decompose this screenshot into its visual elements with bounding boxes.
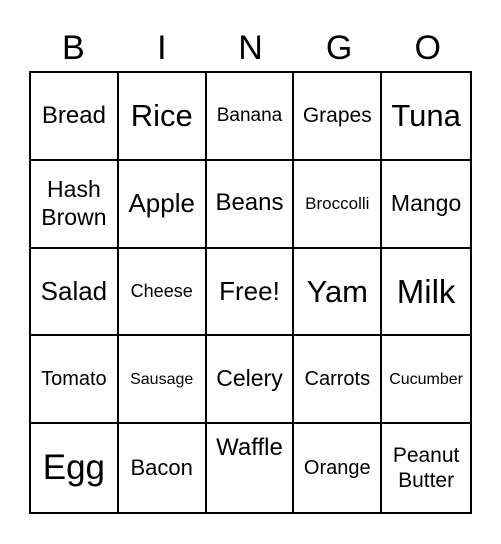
bingo-cell[interactable]: Salad — [31, 248, 119, 337]
bingo-cell[interactable]: Cucumber — [382, 336, 470, 425]
bingo-cell[interactable]: Apple — [118, 160, 207, 249]
bingo-cell[interactable]: Banana — [206, 73, 295, 161]
bingo-cell[interactable]: Bread — [31, 73, 119, 161]
header-letter-o: O — [414, 29, 441, 67]
bingo-cell[interactable]: Beans — [206, 160, 295, 249]
bingo-cell[interactable]: Tomato — [31, 336, 119, 425]
bingo-header: B I N G O — [29, 26, 472, 70]
bingo-cell[interactable]: Bacon — [119, 424, 207, 512]
header-letter-n: N — [238, 29, 263, 67]
header-letter-i: I — [157, 29, 167, 67]
bingo-cell[interactable]: Orange — [294, 424, 383, 512]
bingo-cell[interactable]: Cheese — [118, 248, 207, 337]
bingo-cell[interactable]: Broccolli — [294, 160, 383, 249]
bingo-cell[interactable]: Rice — [118, 73, 207, 161]
bingo-cell[interactable]: Milk — [382, 249, 470, 337]
bingo-cell[interactable]: Waffle — [207, 424, 295, 512]
header-letter-b: B — [61, 29, 85, 67]
bingo-cell[interactable]: Egg — [31, 424, 119, 512]
bingo-cell[interactable]: Grapes — [294, 73, 383, 161]
bingo-cell[interactable]: Mango — [382, 161, 470, 249]
bingo-cell[interactable]: Tuna — [382, 73, 470, 161]
bingo-cell free-space[interactable]: Free! — [206, 248, 295, 337]
bingo-cell[interactable]: Yam — [294, 248, 383, 337]
bingo-cell[interactable]: Hash Brown — [31, 160, 119, 249]
header-letter-g: G — [325, 29, 353, 67]
bingo-cell[interactable]: Peanut Butter — [382, 424, 470, 512]
bingo-grid: Bread Rice Banana Grapes Tuna Hash Brown… — [29, 71, 472, 514]
bingo-cell[interactable]: Carrots — [294, 336, 383, 425]
bingo-cell[interactable]: Celery — [206, 336, 295, 425]
bingo-cell[interactable]: Sausage — [118, 336, 207, 425]
